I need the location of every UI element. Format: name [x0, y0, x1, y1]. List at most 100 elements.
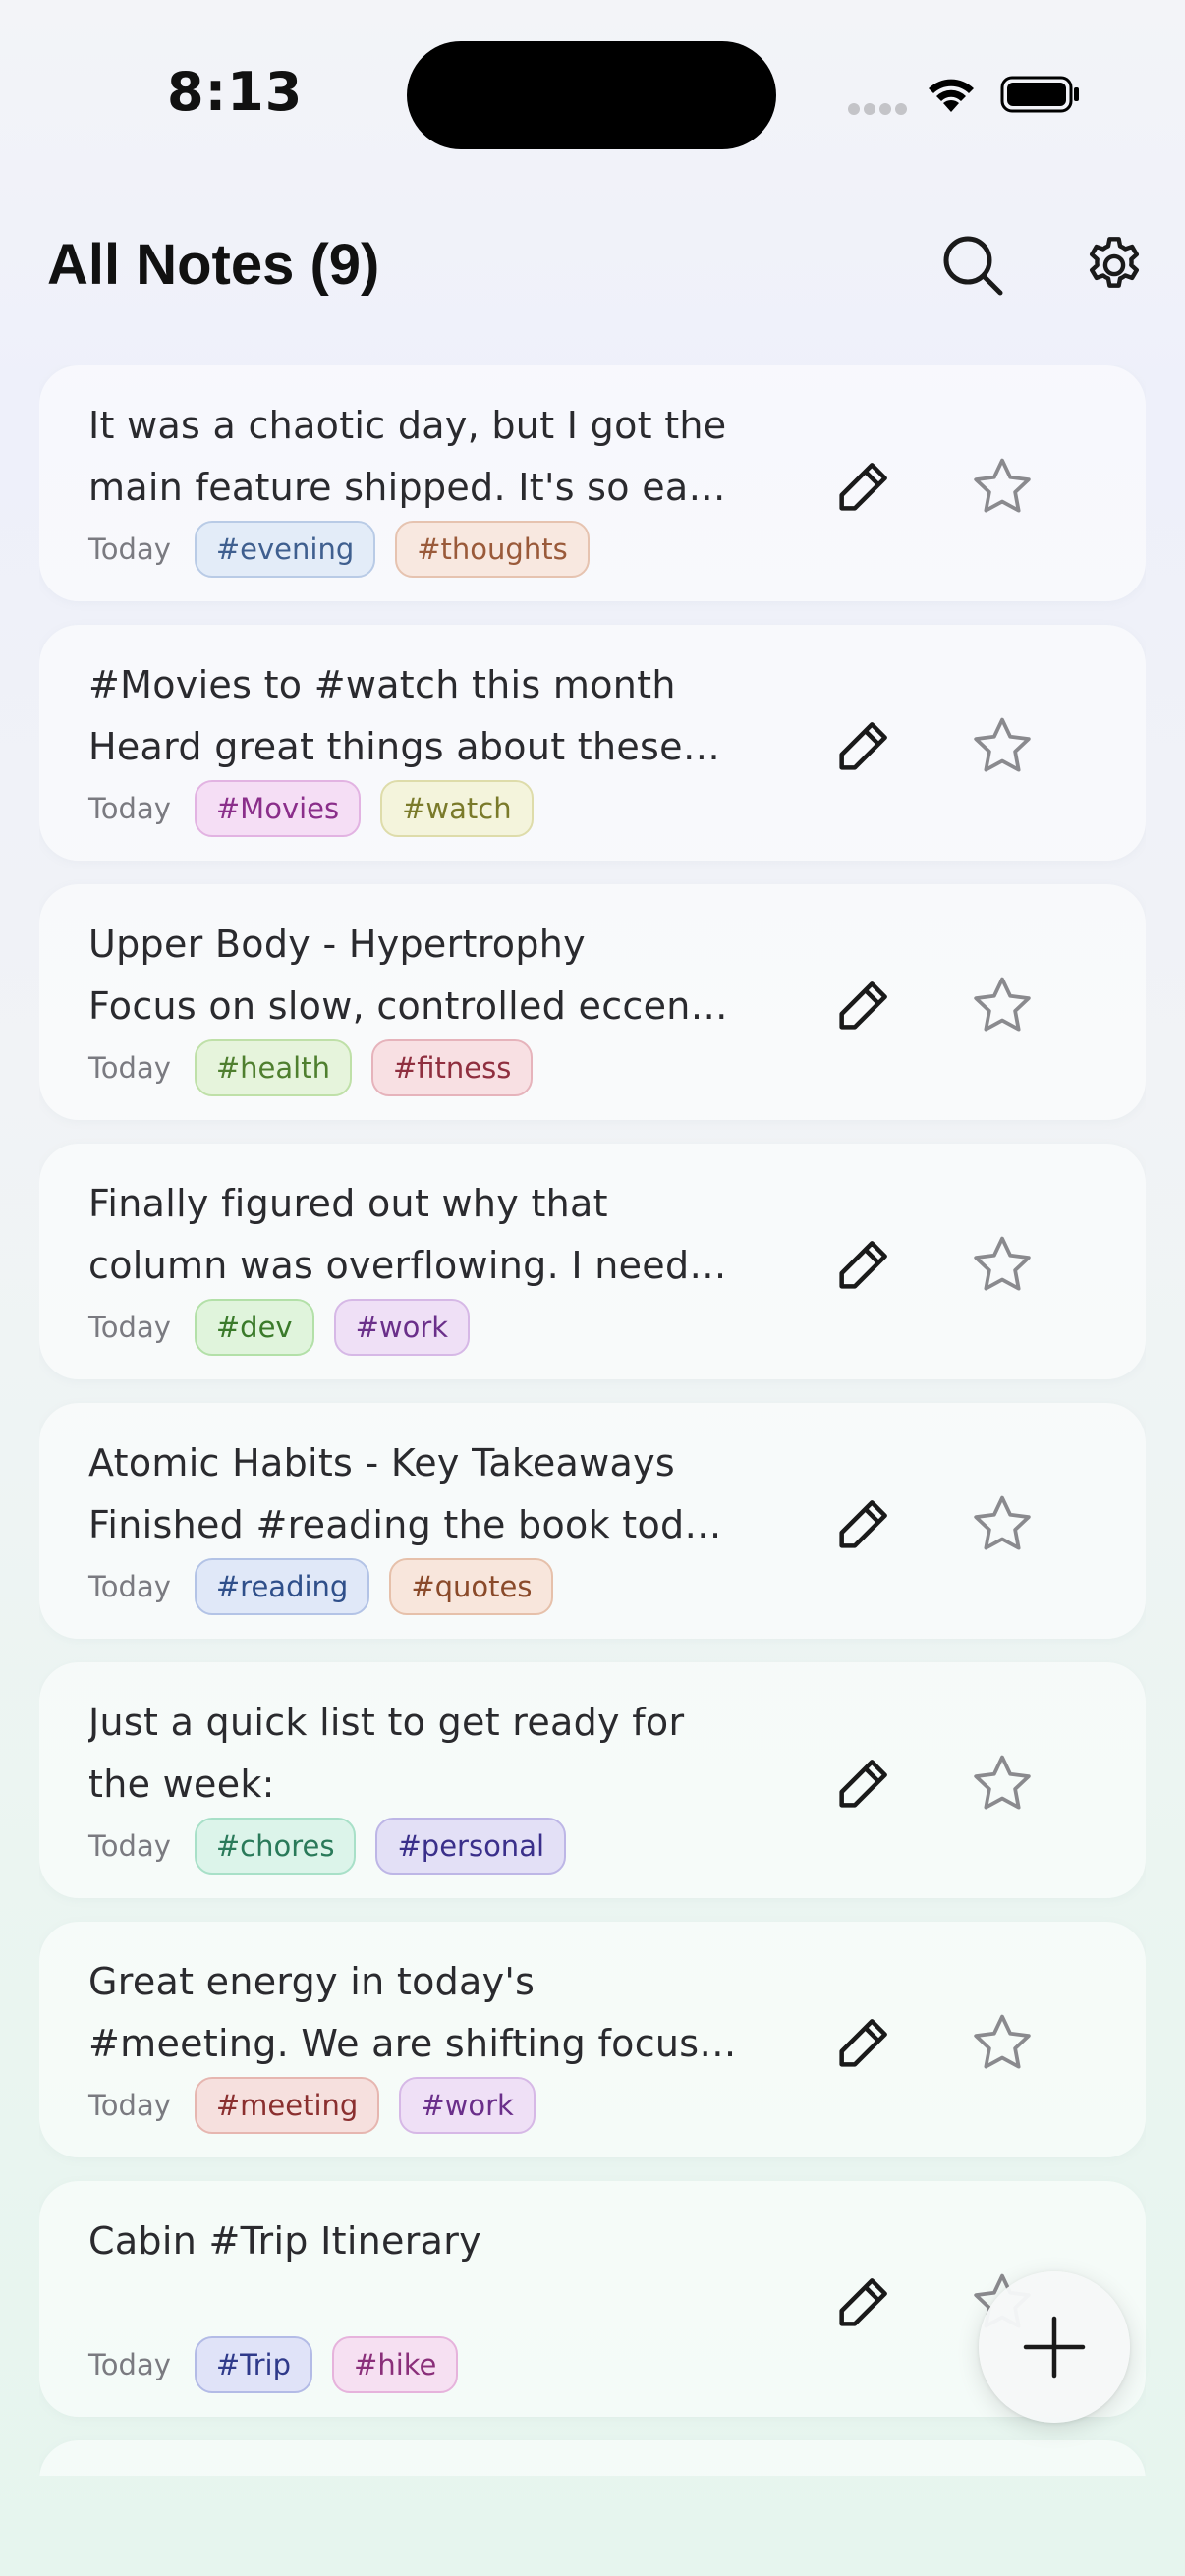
pencil-icon — [839, 981, 887, 1030]
note-card-partial[interactable] — [39, 2440, 1146, 2476]
note-card[interactable]: Finally figured out why that column was … — [39, 1144, 1146, 1379]
edit-note-button[interactable] — [825, 709, 900, 784]
search-button[interactable] — [933, 226, 1012, 305]
note-meta: Today #dev #work — [88, 1297, 489, 1358]
favorite-button[interactable] — [963, 1485, 1042, 1564]
note-date: Today — [88, 1311, 171, 1344]
tag-chip[interactable]: #dev — [194, 1299, 314, 1356]
tag-chip[interactable]: #fitness — [370, 1039, 534, 1096]
star-icon — [974, 1755, 1031, 1810]
tag-chip[interactable]: #thoughts — [395, 521, 590, 578]
note-card[interactable]: It was a chaotic day, but I got the main… — [39, 365, 1146, 601]
note-card[interactable]: Just a quick list to get ready for the w… — [39, 1662, 1146, 1898]
note-title: Atomic Habits - Key Takeaways — [88, 1441, 675, 1484]
pencil-icon — [839, 1241, 887, 1289]
tag-chip[interactable]: #hike — [332, 2336, 459, 2393]
tag-chip[interactable]: #chores — [194, 1818, 357, 1875]
note-title: It was a chaotic day, but I got the — [88, 404, 727, 447]
note-date: Today — [88, 1570, 171, 1603]
status-bar: 8:13 — [0, 0, 1185, 196]
note-card[interactable]: #Movies to #watch this month Heard great… — [39, 625, 1146, 861]
note-date: Today — [88, 1051, 171, 1085]
note-preview: Finally figured out why that column was … — [88, 1173, 786, 1297]
favorite-button[interactable] — [963, 1745, 1042, 1823]
tag-chip[interactable]: #watch — [380, 780, 534, 837]
note-title: Cabin #Trip Itinerary — [88, 2219, 481, 2263]
pencil-icon — [839, 1500, 887, 1548]
note-date: Today — [88, 792, 171, 825]
note-meta: Today #chores #personal — [88, 1816, 586, 1876]
page-title: All Notes (9) — [47, 233, 380, 297]
pencil-icon — [839, 722, 887, 770]
edit-note-button[interactable] — [825, 1747, 900, 1821]
note-preview: Cabin #Trip Itinerary — [88, 2211, 786, 2334]
edit-note-button[interactable] — [825, 1228, 900, 1303]
star-icon — [974, 1495, 1031, 1550]
pencil-icon — [839, 2019, 887, 2067]
tag-chip[interactable]: #work — [399, 2077, 536, 2134]
tag-chip[interactable]: #meeting — [194, 2077, 380, 2134]
note-snippet: Finished #reading the book tod… — [88, 1503, 722, 1546]
pencil-icon — [839, 1760, 887, 1808]
note-date: Today — [88, 2089, 171, 2122]
note-date: Today — [88, 1829, 171, 1863]
tag-chip[interactable]: #quotes — [389, 1558, 554, 1615]
note-title: Great energy in today's — [88, 1960, 536, 2003]
note-title: #Movies to #watch this month — [88, 663, 676, 706]
edit-note-button[interactable] — [825, 1487, 900, 1562]
star-icon — [974, 977, 1031, 1032]
favorite-button[interactable] — [963, 1226, 1042, 1305]
note-preview: Great energy in today's #meeting. We are… — [88, 1951, 786, 2075]
battery-icon — [1000, 76, 1079, 113]
note-snippet: Focus on slow, controlled eccen… — [88, 984, 728, 1028]
plus-icon — [1023, 2316, 1086, 2379]
status-time: 8:13 — [167, 61, 304, 123]
note-meta: Today #health #fitness — [88, 1037, 552, 1098]
favorite-button[interactable] — [963, 448, 1042, 527]
note-snippet: the week: — [88, 1763, 275, 1806]
search-icon — [943, 236, 1003, 296]
note-snippet: column was overflowing. I need… — [88, 1244, 727, 1287]
settings-button[interactable] — [1075, 226, 1154, 305]
tag-chip[interactable]: #health — [194, 1039, 352, 1096]
header: All Notes (9) — [0, 196, 1185, 344]
note-snippet: main feature shipped. It's so ea… — [88, 466, 726, 509]
tag-chip[interactable]: #Movies — [194, 780, 362, 837]
dynamic-island — [407, 41, 776, 149]
note-preview: Atomic Habits - Key Takeaways Finished #… — [88, 1432, 786, 1556]
note-preview: #Movies to #watch this month Heard great… — [88, 654, 786, 778]
star-icon — [974, 717, 1031, 772]
add-note-button[interactable] — [979, 2271, 1130, 2423]
gear-icon — [1089, 237, 1140, 288]
note-card[interactable]: Atomic Habits - Key Takeaways Finished #… — [39, 1403, 1146, 1639]
note-card[interactable]: Upper Body - Hypertrophy Focus on slow, … — [39, 884, 1146, 1120]
edit-note-button[interactable] — [825, 450, 900, 525]
note-title: Upper Body - Hypertrophy — [88, 923, 586, 966]
note-meta: Today #reading #quotes — [88, 1556, 573, 1617]
edit-note-button[interactable] — [825, 969, 900, 1043]
pencil-icon — [839, 463, 887, 511]
note-card[interactable]: Cabin #Trip Itinerary Today #Trip #hike — [39, 2181, 1146, 2417]
favorite-button[interactable] — [963, 707, 1042, 786]
note-title: Finally figured out why that — [88, 1182, 608, 1225]
edit-note-button[interactable] — [825, 2006, 900, 2081]
note-preview: It was a chaotic day, but I got the main… — [88, 395, 786, 519]
note-meta: Today #Movies #watch — [88, 778, 553, 839]
tag-chip[interactable]: #evening — [194, 521, 376, 578]
tag-chip[interactable]: #Trip — [194, 2336, 313, 2393]
tag-chip[interactable]: #reading — [194, 1558, 370, 1615]
star-icon — [974, 458, 1031, 513]
tag-chip[interactable]: #work — [333, 1299, 471, 1356]
note-date: Today — [88, 532, 171, 566]
note-meta: Today #meeting #work — [88, 2075, 555, 2136]
notes-list[interactable]: It was a chaotic day, but I got the main… — [39, 365, 1146, 2476]
edit-note-button[interactable] — [825, 2266, 900, 2340]
note-card[interactable]: Great energy in today's #meeting. We are… — [39, 1922, 1146, 2157]
note-meta: Today #Trip #hike — [88, 2334, 478, 2395]
star-icon — [974, 1236, 1031, 1291]
cellular-signal-icon — [848, 103, 907, 115]
tag-chip[interactable]: #personal — [375, 1818, 567, 1875]
note-title: Just a quick list to get ready for — [88, 1701, 685, 1744]
favorite-button[interactable] — [963, 967, 1042, 1045]
favorite-button[interactable] — [963, 2004, 1042, 2083]
